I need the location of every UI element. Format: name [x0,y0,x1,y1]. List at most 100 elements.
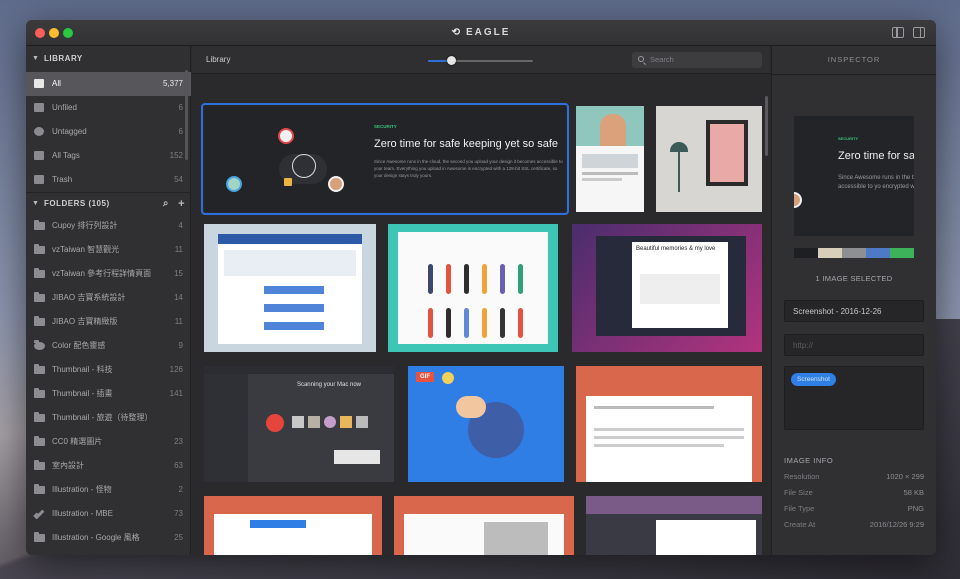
preview-tag: SECURITY [838,136,859,141]
palette-swatch[interactable] [866,248,890,258]
breadcrumb: Library [206,55,231,64]
item-count: 73 [174,509,183,518]
avatar [328,176,344,192]
image-thumb[interactable] [394,496,574,555]
folder-item[interactable]: 室內設計 63 [26,454,191,478]
palette-swatch[interactable] [842,248,866,258]
url-field[interactable]: http:// [784,334,924,356]
folder-icon [34,220,45,230]
item-count: 126 [169,365,183,374]
folder-item[interactable]: Thumbnail - 插畫 141 [26,382,191,406]
image-thumb[interactable] [204,224,376,352]
image-thumb[interactable] [656,106,762,212]
item-count: 54 [174,175,183,184]
search-folders-icon[interactable]: ⌕ [163,193,169,215]
folder-item[interactable]: Thumbnail - 旅遊（待整理） [26,406,191,430]
unfiled-icon [34,103,44,112]
info-row-file-size: File Size 58 KB [784,488,924,497]
item-count: 9 [178,341,183,350]
image-thumb[interactable] [388,224,558,352]
caret-down-icon: ▼ [32,55,40,62]
folder-item[interactable]: Illustration - MBE 73 [26,502,191,526]
trash-icon [34,175,44,184]
card-body: Since Awesome runs in the cloud, the sec… [374,159,563,178]
folder-item[interactable]: Color 配色靈感 9 [26,334,191,358]
all-images-icon [34,79,44,88]
item-count: 23 [174,437,183,446]
tags-icon [34,151,44,160]
color-palette[interactable] [794,248,914,258]
preview-body: Since Awesome runs in the becomes access… [838,175,914,190]
add-folder-icon[interactable]: + [178,193,185,215]
item-count: 152 [169,151,183,160]
image-thumb[interactable] [576,366,762,482]
avatar [226,176,242,192]
item-count: 63 [174,461,183,470]
caret-down-icon: ▼ [32,200,40,207]
item-count: 14 [174,293,183,302]
image-thumb[interactable] [576,106,644,212]
image-info-header: IMAGE INFO [784,456,834,465]
selection-count: 1 IMAGE SELECTED [815,274,893,283]
main-area: Library Search SECURITY Zero time for sa… [192,46,770,555]
sidebar-item-trash[interactable]: Trash 54 [26,168,191,192]
folder-icon [34,268,45,278]
folder-item[interactable]: CC0 精選圖片 23 [26,430,191,454]
app-title: ⟲ EAGLE [26,27,936,38]
folder-icon [34,484,45,494]
gif-badge: GIF [416,372,434,382]
pen-icon [34,509,45,520]
card-headline: Zero time for safe keeping yet so safe [374,138,559,150]
image-thumb-selected[interactable]: SECURITY Zero time for safe keeping yet … [201,103,569,215]
folder-item[interactable]: vzTaiwan 智慧觀光 11 [26,238,191,262]
palette-swatch[interactable] [818,248,842,258]
sidebar-item-all[interactable]: All 5,377 [26,72,191,96]
zoom-slider[interactable] [428,56,533,65]
library-section-header[interactable]: ▼ LIBRARY [26,48,191,70]
image-preview[interactable]: SECURITY Zero time for sa Since Awesome … [794,116,914,236]
inspector-panel: INSPECTOR SECURITY Zero time for sa Sinc… [771,46,936,555]
folder-item[interactable]: Illustration - Google 風格 25 [26,526,191,550]
grid-scrollbar[interactable] [765,96,768,156]
folder-icon [34,412,45,422]
tags-field[interactable]: Screenshot [784,366,924,430]
folder-item[interactable]: Cupoy 排行列設計 4 [26,214,191,238]
name-field[interactable]: Screenshot - 2016-12-26 [784,300,924,322]
toggle-sidebar-icon[interactable] [892,27,904,38]
toggle-inspector-icon[interactable] [913,27,925,38]
search-icon [638,56,644,62]
tag-pill[interactable]: Screenshot [791,373,836,386]
search-input[interactable]: Search [632,52,762,68]
palette-swatch[interactable] [794,248,818,258]
folder-item[interactable]: JIBAO 吉寶精緻版 11 [26,310,191,334]
folder-item[interactable]: Thumbnail - 科技 126 [26,358,191,382]
inspector-title: INSPECTOR [827,55,881,64]
app-window: ⟲ EAGLE ▼ LIBRARY All 5,377 Unfiled 6 Untagg… [26,20,936,555]
image-thumb[interactable]: GIF [408,366,564,482]
sidebar-item-unfiled[interactable]: Unfiled 6 [26,96,191,120]
preview-headline: Zero time for sa [838,150,914,162]
sidebar-item-untagged[interactable]: Untagged 6 [26,120,191,144]
image-thumb[interactable]: Beautiful memories & my love [572,224,762,352]
folder-item[interactable]: JIBAO 吉寶系統設計 14 [26,286,191,310]
image-thumb[interactable] [204,496,382,555]
folders-section-header[interactable]: ▼ FOLDERS (105) ⌕ + [26,192,191,214]
image-thumb[interactable]: Scanning your Mac now [204,366,394,482]
folder-icon [34,460,45,470]
zoom-slider-knob[interactable] [447,56,457,65]
untagged-icon [34,127,44,136]
folder-item[interactable]: vzTaiwan 參考行程詳情頁面 15 [26,262,191,286]
item-count: 11 [174,245,183,254]
folder-item[interactable]: Illustration - 怪物 2 [26,478,191,502]
card-headline: Beautiful memories & my love [636,246,716,252]
item-count: 2 [178,485,183,494]
info-row-file-type: File Type PNG [784,504,924,513]
folder-icon [34,316,45,326]
folder-icon [34,364,45,374]
sidebar-item-all-tags[interactable]: All Tags 152 [26,144,191,168]
palette-swatch[interactable] [890,248,914,258]
folder-icon [34,244,45,254]
image-thumb[interactable] [586,496,762,555]
sidebar-scrollbar[interactable] [185,70,188,160]
item-count: 15 [174,269,183,278]
